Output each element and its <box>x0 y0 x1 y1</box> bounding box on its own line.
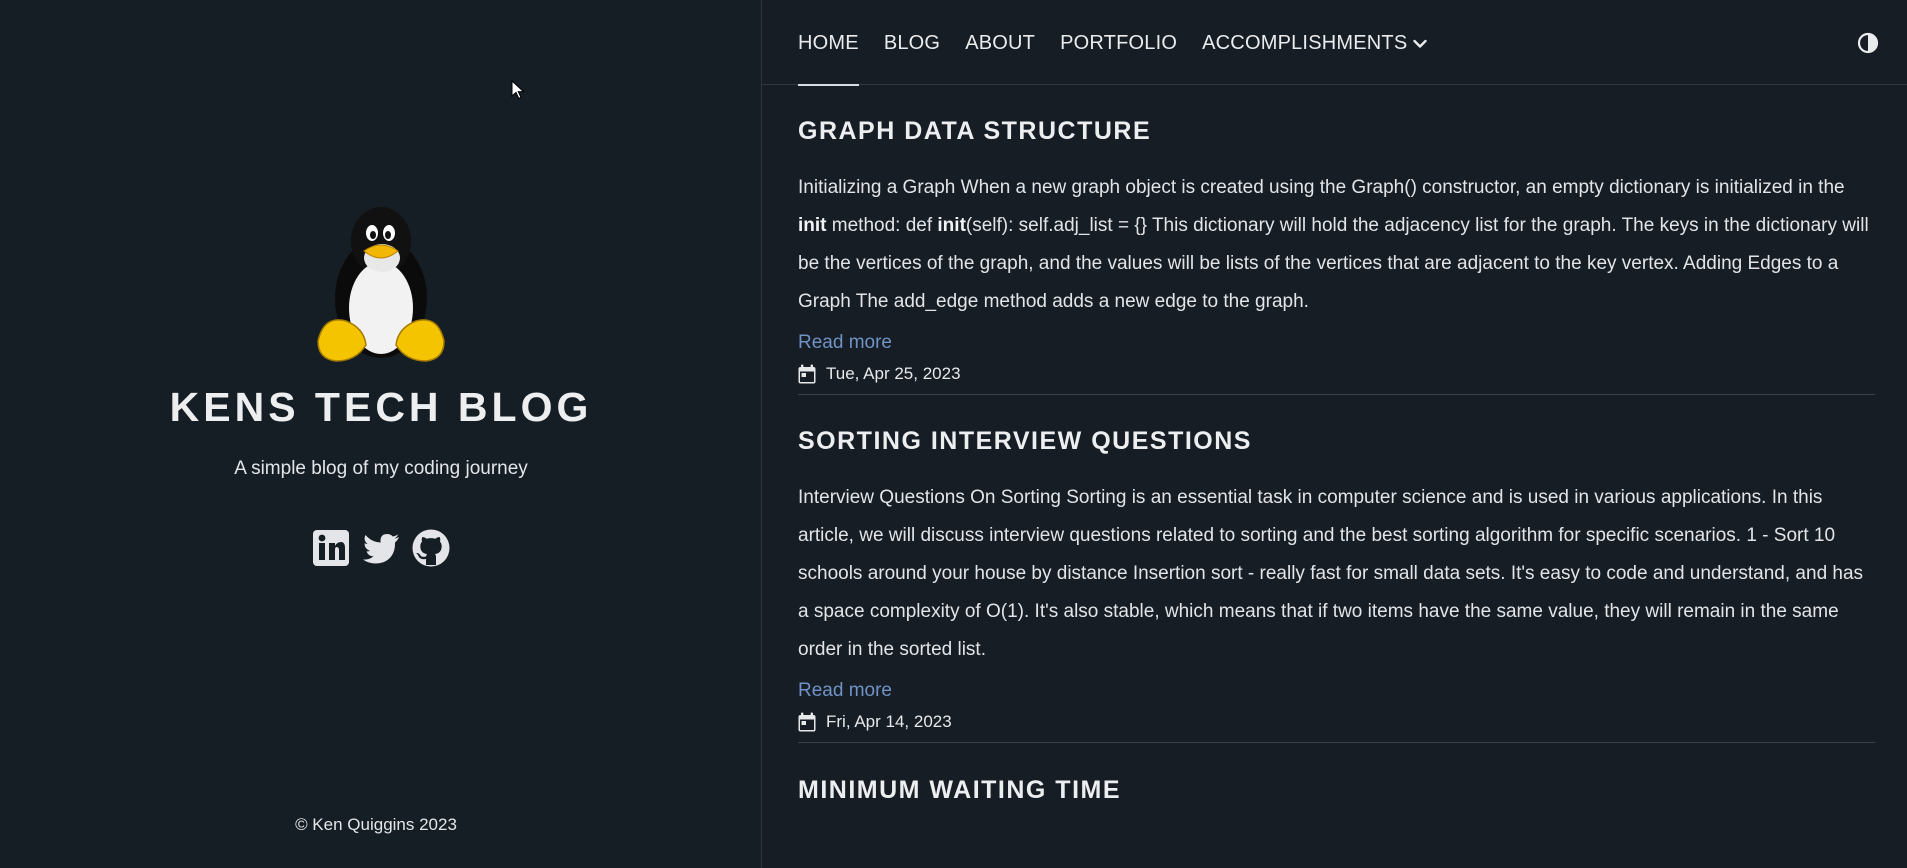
site-subtitle: A simple blog of my coding journey <box>234 458 528 479</box>
nav-item-blog[interactable]: BLOG <box>884 32 940 55</box>
post-title[interactable]: GRAPH DATA STRUCTURE <box>798 119 1875 144</box>
mouse-cursor-icon <box>511 80 525 100</box>
nav-item-label: BLOG <box>883 32 941 54</box>
site-title: KENS TECH BLOG <box>169 384 593 430</box>
tux-penguin-logo <box>317 207 445 362</box>
chevron-down-icon <box>1413 39 1428 48</box>
post-date: Fri, Apr 14, 2023 <box>798 712 1875 732</box>
nav-item-label: ABOUT <box>965 32 1036 54</box>
post-card: MINIMUM WAITING TIME <box>798 743 1875 803</box>
post-summary: Interview Questions On Sorting Sorting i… <box>798 487 1864 660</box>
post-card: GRAPH DATA STRUCTURE Initializing a Grap… <box>798 85 1875 395</box>
read-more-link[interactable]: Read more <box>798 680 892 702</box>
nav-item-label: ACCOMPLISHMENTS <box>1202 32 1408 54</box>
main-content: HOME BLOG ABOUT PORTFOLIO ACCOMPLISHMENT… <box>762 0 1907 868</box>
nav-item-label: HOME <box>798 32 859 54</box>
nav-item-label: PORTFOLIO <box>1060 32 1178 54</box>
contrast-icon[interactable] <box>1857 32 1879 54</box>
linkedin-icon[interactable] <box>311 528 351 568</box>
read-more-link[interactable]: Read more <box>798 332 892 354</box>
post-list: GRAPH DATA STRUCTURE Initializing a Grap… <box>798 85 1875 803</box>
nav-menu: HOME BLOG ABOUT PORTFOLIO ACCOMPLISHMENT… <box>798 32 1428 86</box>
calendar-icon <box>798 712 816 732</box>
post-date: Tue, Apr 25, 2023 <box>798 364 1875 384</box>
nav-item-portfolio[interactable]: PORTFOLIO <box>1060 32 1177 55</box>
top-navigation: HOME BLOG ABOUT PORTFOLIO ACCOMPLISHMENT… <box>762 0 1907 86</box>
post-date-text: Fri, Apr 14, 2023 <box>826 712 952 731</box>
post-title[interactable]: SORTING INTERVIEW QUESTIONS <box>798 429 1875 454</box>
post-summary: Initializing a Graph When a new graph ob… <box>798 177 1869 312</box>
nav-item-about[interactable]: ABOUT <box>965 32 1035 55</box>
nav-item-home[interactable]: HOME <box>798 32 859 86</box>
social-links <box>0 528 762 568</box>
sidebar: KENS TECH BLOG A simple blog of my codin… <box>0 0 762 868</box>
twitter-icon[interactable] <box>361 528 401 568</box>
nav-item-accomplishments[interactable]: ACCOMPLISHMENTS <box>1202 32 1428 55</box>
github-icon[interactable] <box>411 528 451 568</box>
copyright-text: © Ken Quiggins 2023 <box>295 815 457 834</box>
post-card: SORTING INTERVIEW QUESTIONS Interview Qu… <box>798 395 1875 743</box>
calendar-icon <box>798 364 816 384</box>
post-title[interactable]: MINIMUM WAITING TIME <box>798 778 1875 803</box>
post-date-text: Tue, Apr 25, 2023 <box>826 364 961 383</box>
